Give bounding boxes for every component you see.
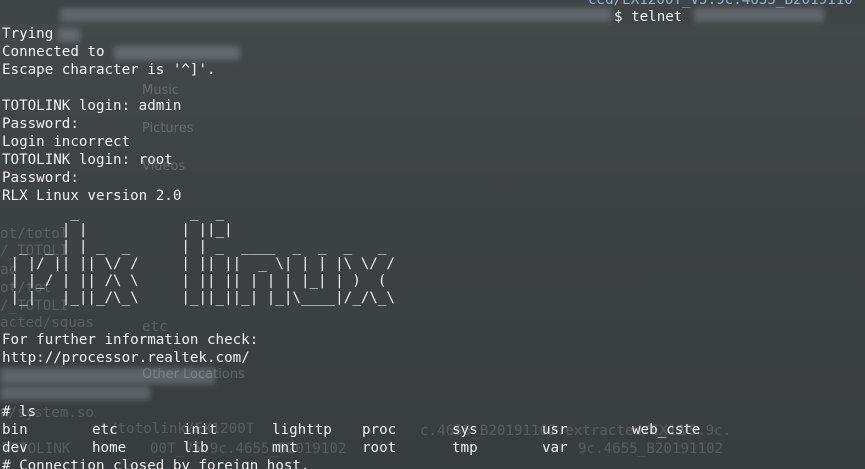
- ghost-bottom-fragment-2: ot/totolink/EX1200T: [92, 421, 255, 437]
- ghost-sidebar-other-locations: Other Locations: [142, 367, 245, 382]
- output-line-escape: Escape character is '^]'.: [2, 62, 216, 78]
- ls-entry: home: [92, 440, 127, 456]
- telnet-command: $ telnet: [614, 9, 683, 25]
- info-check-text: For further information check:: [2, 332, 259, 348]
- redacted-host-region: [694, 8, 824, 22]
- output-line-trying: Trying: [2, 26, 54, 42]
- ghost-bottom-fragment-3: c.4655_B20191102.extracted/EX12: [420, 423, 685, 439]
- ghost-bottom-fragment-6: 00T_V5.9c.4655_B2019102: [150, 441, 347, 457]
- output-line-connected: Connected to: [2, 44, 105, 60]
- ghost-left-fragment-6: acted/squas: [0, 315, 94, 331]
- info-footer: For further information check: http://pr…: [2, 331, 258, 367]
- terminal-window[interactable]: Music Pictures Videos Other Locations ot…: [0, 0, 865, 469]
- ghost-bottom-fragment-5: TOTOLINK: [2, 441, 71, 457]
- redacted-prompt-region: [60, 8, 612, 22]
- ls-entry: root: [362, 440, 397, 456]
- connection-closed-text: # Connection closed by foreign host.: [2, 458, 310, 469]
- output-line-version: RLX Linux version 2.0: [2, 188, 182, 204]
- shell-prompt-ls: # ls: [2, 404, 37, 420]
- ls-entry: bin: [2, 422, 28, 438]
- ls-entry: lighttp: [272, 422, 332, 438]
- ghost-bottom-fragment-4: V5.9c.: [680, 423, 732, 439]
- session-output: Trying Connected to Escape character is …: [2, 25, 216, 205]
- redacted-region-2: [0, 386, 150, 400]
- output-line-login-incorrect: Login incorrect: [2, 134, 131, 150]
- output-line-blank: [2, 79, 216, 97]
- info-url-text: http://processor.realtek.com/: [2, 350, 250, 366]
- ls-row-2: dev home lib mnt root tmp var: [2, 439, 862, 457]
- ls-entry: proc: [362, 422, 397, 438]
- output-line-password-2: Password:: [2, 170, 79, 186]
- output-line-login-root: TOTOLINK login: root: [2, 152, 173, 168]
- output-line-password-1: Password:: [2, 116, 79, 132]
- ghost-bottom-fragment-7: 9c.4655_B20191102: [578, 441, 724, 457]
- rlx-linux-ascii-banner: _ _ _ | | | ||_| _ _ | | _ _ | | _ ____ …: [10, 205, 395, 306]
- ls-entry: var: [542, 440, 568, 456]
- ls-entry: tmp: [452, 440, 478, 456]
- output-line-login-admin: TOTOLINK login: admin: [2, 98, 182, 114]
